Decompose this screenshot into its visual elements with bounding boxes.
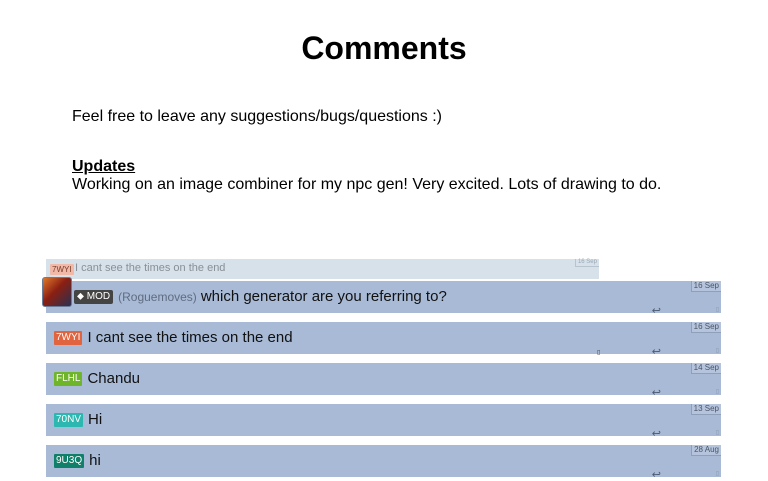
flag-icon[interactable]: ▯ bbox=[716, 388, 719, 395]
comment-item: 7WYI I cant see the times on the end 16 … bbox=[46, 322, 721, 358]
comment-date: 28 Aug bbox=[691, 445, 721, 456]
comment-item: 9U3Q hi 28 Aug ↩ ▯ bbox=[46, 445, 721, 481]
flag-icon[interactable]: ▯ bbox=[716, 347, 719, 354]
reply-icon[interactable]: ↩ bbox=[652, 427, 661, 440]
comment-date: 13 Sep bbox=[690, 404, 721, 415]
mod-badge: ⬥ MOD bbox=[74, 289, 114, 304]
reply-icon[interactable]: ↩ bbox=[652, 304, 661, 317]
reply-icon[interactable]: ↩ bbox=[652, 468, 661, 481]
reply-icon[interactable]: ↩ bbox=[652, 386, 661, 399]
user-tag: 7WYI bbox=[54, 330, 83, 345]
flag-icon[interactable]: ▯ bbox=[716, 306, 719, 313]
user-tag: 9U3Q bbox=[54, 453, 85, 468]
comment-text: Chandu bbox=[87, 370, 140, 387]
quoted-comment[interactable]: 7WYI I cant see the times on the end 16 … bbox=[46, 259, 599, 279]
flag-icon[interactable]: ▯ bbox=[716, 470, 719, 477]
quoted-comment-date: 16 Sep bbox=[574, 259, 599, 267]
avatar bbox=[42, 277, 72, 307]
comment-text: I cant see the times on the end bbox=[87, 329, 293, 346]
comment-text: which generator are you referring to? bbox=[200, 288, 447, 305]
updates-heading: Updates bbox=[72, 158, 136, 175]
comment-date: 16 Sep bbox=[690, 281, 721, 292]
comment-date: 16 Sep bbox=[690, 322, 721, 333]
intro-text: Feel free to leave any suggestions/bugs/… bbox=[72, 108, 442, 125]
comment-text: hi bbox=[89, 452, 101, 469]
quoted-comment-text: I cant see the times on the end bbox=[75, 262, 226, 274]
cursor-icon: ▯ bbox=[597, 350, 601, 356]
page-title: Comments bbox=[301, 30, 467, 66]
user-tag: 70NV bbox=[54, 412, 84, 427]
updates-text: Working on an image combiner for my npc … bbox=[72, 176, 662, 193]
comment-item: FLHL Chandu 14 Sep ↩ ▯ bbox=[46, 363, 721, 399]
reply-icon[interactable]: ↩ bbox=[652, 345, 661, 358]
comment-text: Hi bbox=[88, 411, 103, 428]
comment-date: 14 Sep bbox=[690, 363, 721, 374]
comment-item: ⬥ MOD (Roguemoves) which generator are y… bbox=[46, 281, 721, 317]
comment-author: (Roguemoves) bbox=[118, 289, 197, 304]
flag-icon[interactable]: ▯ bbox=[716, 429, 719, 436]
comment-item: 70NV Hi 13 Sep ↩ ▯ bbox=[46, 404, 721, 440]
quoted-user-tag: 7WYI bbox=[50, 264, 74, 275]
user-tag: FLHL bbox=[54, 371, 83, 386]
